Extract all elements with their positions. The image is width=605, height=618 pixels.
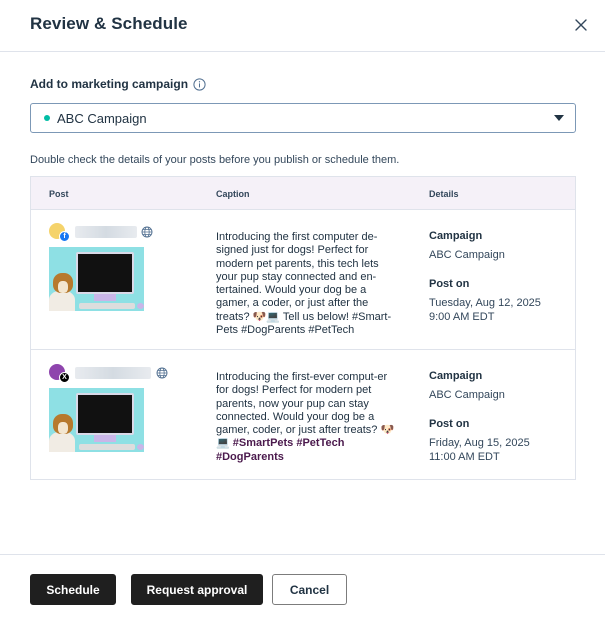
- monitor-graphic: [76, 393, 134, 435]
- info-icon[interactable]: [193, 77, 206, 91]
- post-on-time: 11:00 AM EDT: [429, 451, 500, 463]
- post-profile: X: [49, 364, 169, 383]
- chevron-down-icon: [554, 115, 564, 121]
- campaign-field-label: Add to marketing campaign: [30, 77, 206, 91]
- cancel-button[interactable]: Cancel: [272, 574, 347, 605]
- dog-face-graphic: [58, 281, 68, 293]
- post-caption: Introducing the first-ever comput-er for…: [216, 371, 401, 464]
- campaign-select-value: ABC Campaign: [57, 110, 147, 126]
- schedule-button[interactable]: Schedule: [30, 574, 116, 605]
- post-on-time: 9:00 AM EDT: [429, 311, 495, 323]
- posts-table: Post Caption Details f Introducing the f…: [30, 176, 576, 480]
- helper-text: Double check the details of your posts b…: [30, 154, 400, 166]
- post-on-label: Post on: [429, 418, 470, 430]
- request-approval-button[interactable]: Request approval: [131, 574, 263, 605]
- header-post: Post: [49, 189, 69, 199]
- mouse-graphic: [137, 303, 144, 309]
- post-on-value: Friday, Aug 15, 2025 11:00 AM EDT: [429, 436, 569, 464]
- keyboard-graphic: [79, 303, 135, 309]
- post-image-preview[interactable]: [49, 247, 144, 311]
- post-profile: f: [49, 223, 169, 242]
- campaign-select[interactable]: ABC Campaign: [30, 103, 576, 133]
- dog-body-graphic: [49, 291, 75, 311]
- caption-hashtags: #SmartPets #PetTech #DogParents: [216, 437, 345, 463]
- dog-body-graphic: [49, 432, 75, 452]
- account-name-redacted: [75, 226, 137, 238]
- account-name-redacted: [75, 367, 151, 379]
- globe-icon: [141, 225, 153, 238]
- table-row: f Introducing the first computer de-sign…: [31, 210, 575, 350]
- post-on-date: Friday, Aug 15, 2025: [429, 437, 530, 449]
- globe-icon: [156, 366, 168, 379]
- header-caption: Caption: [216, 189, 250, 199]
- close-icon[interactable]: [571, 15, 591, 35]
- campaign-label-text: Add to marketing campaign: [30, 77, 189, 91]
- post-on-date: Tuesday, Aug 12, 2025: [429, 297, 541, 309]
- header-details: Details: [429, 189, 459, 199]
- post-caption: Introducing the first computer de-signed…: [216, 231, 401, 337]
- monitor-graphic: [76, 252, 134, 294]
- dog-face-graphic: [58, 422, 68, 434]
- post-details: Campaign ABC Campaign Post on Friday, Au…: [429, 370, 569, 464]
- campaign-color-dot: [44, 115, 50, 121]
- monitor-stand-graphic: [94, 435, 116, 442]
- post-on-label: Post on: [429, 278, 470, 290]
- campaign-detail-label: Campaign: [429, 230, 483, 242]
- dialog-title: Review & Schedule: [30, 14, 188, 33]
- caption-text: Introducing the first computer de-signed…: [216, 231, 392, 337]
- facebook-icon: f: [59, 231, 70, 242]
- campaign-detail-label: Campaign: [429, 370, 483, 382]
- post-details: Campaign ABC Campaign Post on Tuesday, A…: [429, 230, 569, 324]
- dialog-footer: Schedule Request approval Cancel: [0, 554, 605, 618]
- table-row: X Introducing the first-ever comput-er f…: [31, 351, 575, 479]
- campaign-detail-value: ABC Campaign: [429, 389, 505, 401]
- post-on-value: Tuesday, Aug 12, 2025 9:00 AM EDT: [429, 296, 569, 324]
- campaign-detail-value: ABC Campaign: [429, 249, 505, 261]
- x-icon: X: [59, 372, 70, 383]
- keyboard-graphic: [79, 444, 135, 450]
- mouse-graphic: [137, 444, 144, 450]
- post-image-preview[interactable]: [49, 388, 144, 452]
- dialog-header: Review & Schedule: [0, 0, 605, 52]
- table-header: Post Caption Details: [31, 177, 575, 210]
- monitor-stand-graphic: [94, 294, 116, 301]
